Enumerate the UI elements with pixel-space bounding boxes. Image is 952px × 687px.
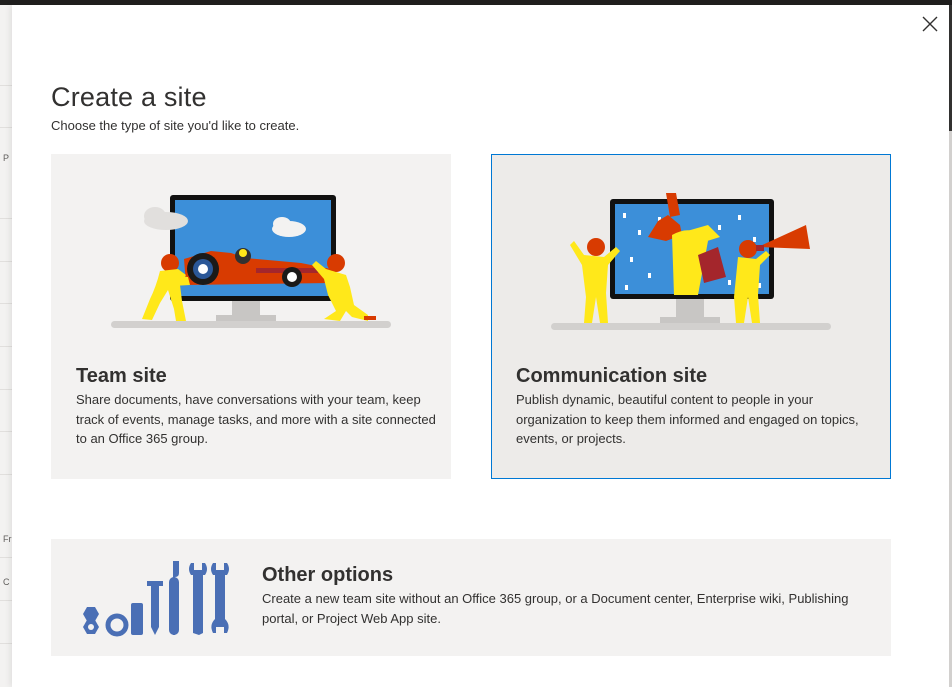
race-car-illustration <box>111 195 391 328</box>
page-title: Create a site <box>51 82 207 112</box>
card-description: Publish dynamic, beautiful content to pe… <box>516 392 859 446</box>
divider <box>0 261 12 262</box>
divider <box>0 431 12 432</box>
divider <box>0 643 12 644</box>
team-site-card[interactable]: Team site Share documents, have conversa… <box>51 154 451 479</box>
page-subtitle: Choose the type of site you'd like to cr… <box>51 118 300 133</box>
card-description: Create a new team site without an Office… <box>262 591 849 626</box>
sidebar-mark: Fr <box>3 534 12 544</box>
tools-illustration <box>83 561 229 637</box>
close-icon <box>922 16 938 32</box>
sidebar-mark: C <box>3 577 10 587</box>
card-title: Communication site <box>516 365 708 387</box>
divider <box>0 389 12 390</box>
divider <box>0 557 12 558</box>
divider <box>0 218 12 219</box>
divider <box>0 600 12 601</box>
card-description: Share documents, have conversations with… <box>76 392 436 446</box>
close-button[interactable] <box>916 10 944 38</box>
sidebar-mark: P <box>3 153 10 163</box>
card-title: Other options <box>262 564 394 586</box>
divider <box>0 346 12 347</box>
divider <box>0 303 12 304</box>
divider <box>0 85 12 86</box>
trophy-megaphone-illustration <box>551 193 831 330</box>
other-options-card[interactable]: Other options Create a new team site wit… <box>51 539 891 656</box>
divider <box>0 474 12 475</box>
communication-site-card[interactable]: Communication site Publish dynamic, beau… <box>491 154 891 479</box>
divider <box>0 127 12 128</box>
card-title: Team site <box>76 365 167 387</box>
